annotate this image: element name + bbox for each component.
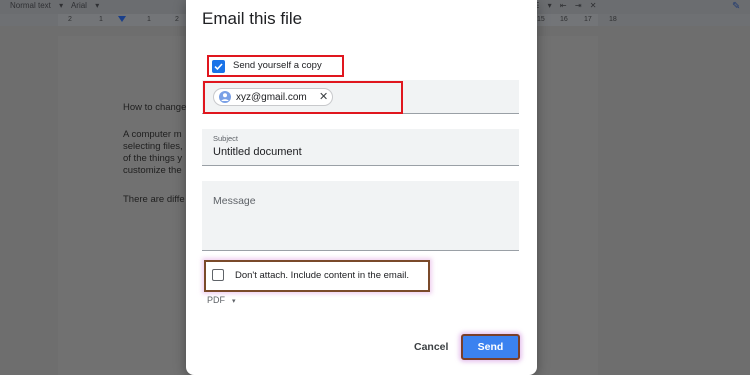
ruler-number: 1 [99,16,103,23]
dropdown-caret-icon: ▾ [232,298,236,305]
subject-value[interactable]: Untitled document [213,146,302,158]
doc-line: A computer m [123,129,182,140]
recipient-email: xyz@gmail.com [236,92,307,103]
checkmark-icon [214,63,223,71]
subject-field[interactable]: Subject Untitled document [202,129,519,166]
person-icon [221,93,229,101]
ruler-number: 15 [537,16,545,23]
message-field[interactable]: Message [202,181,519,251]
email-dialog: Email this file Send yourself a copy xyz… [186,0,537,375]
font-chevron-icon: ▾ [95,1,100,10]
ruler-number: 2 [175,16,179,23]
list-chevron-icon[interactable]: ▾ [548,1,552,10]
style-select[interactable]: Normal text [10,1,51,10]
avatar [219,91,231,103]
doc-line: There are diffe [123,194,185,205]
send-copy-label: Send yourself a copy [233,60,322,71]
cancel-button[interactable]: Cancel [414,341,448,353]
send-copy-checkbox[interactable] [212,60,225,73]
pencil-icon[interactable]: ✎ [732,1,740,13]
ruler-number: 2 [68,16,72,23]
ruler-number: 16 [560,16,568,23]
dont-attach-checkbox[interactable] [212,269,224,281]
ruler-number: 17 [584,16,592,23]
send-button[interactable]: Send [461,334,520,360]
outdent-icon[interactable]: ⇥ [575,1,582,10]
send-copy-option[interactable]: Send yourself a copy [207,55,344,77]
doc-line: of the things y [123,153,183,164]
dont-attach-label: Don't attach. Include content in the ema… [235,270,409,281]
clear-formatting-icon[interactable]: ✕ [590,1,597,10]
message-placeholder: Message [213,195,256,207]
recipient-chip[interactable]: xyz@gmail.com ✕ [213,88,333,106]
ruler-number: 18 [609,16,617,23]
doc-line: How to change [123,102,187,113]
subject-label: Subject [213,134,239,143]
dialog-title: Email this file [202,9,303,28]
doc-line: selecting files, [123,141,183,152]
indent-marker-icon[interactable] [118,16,126,22]
format-value: PDF [207,295,225,305]
close-icon[interactable]: ✕ [319,90,328,103]
doc-line: customize the [123,165,182,176]
dont-attach-option[interactable]: Don't attach. Include content in the ema… [204,260,430,292]
indent-icon[interactable]: ⇤ [560,1,567,10]
ruler-number: 1 [147,16,151,23]
format-select[interactable]: PDF ▾ [207,295,236,305]
font-select[interactable]: Arial [71,1,87,10]
toolbar-left: Normal text ▾ Arial ▾ [10,0,105,12]
style-chevron-icon: ▾ [59,1,64,10]
